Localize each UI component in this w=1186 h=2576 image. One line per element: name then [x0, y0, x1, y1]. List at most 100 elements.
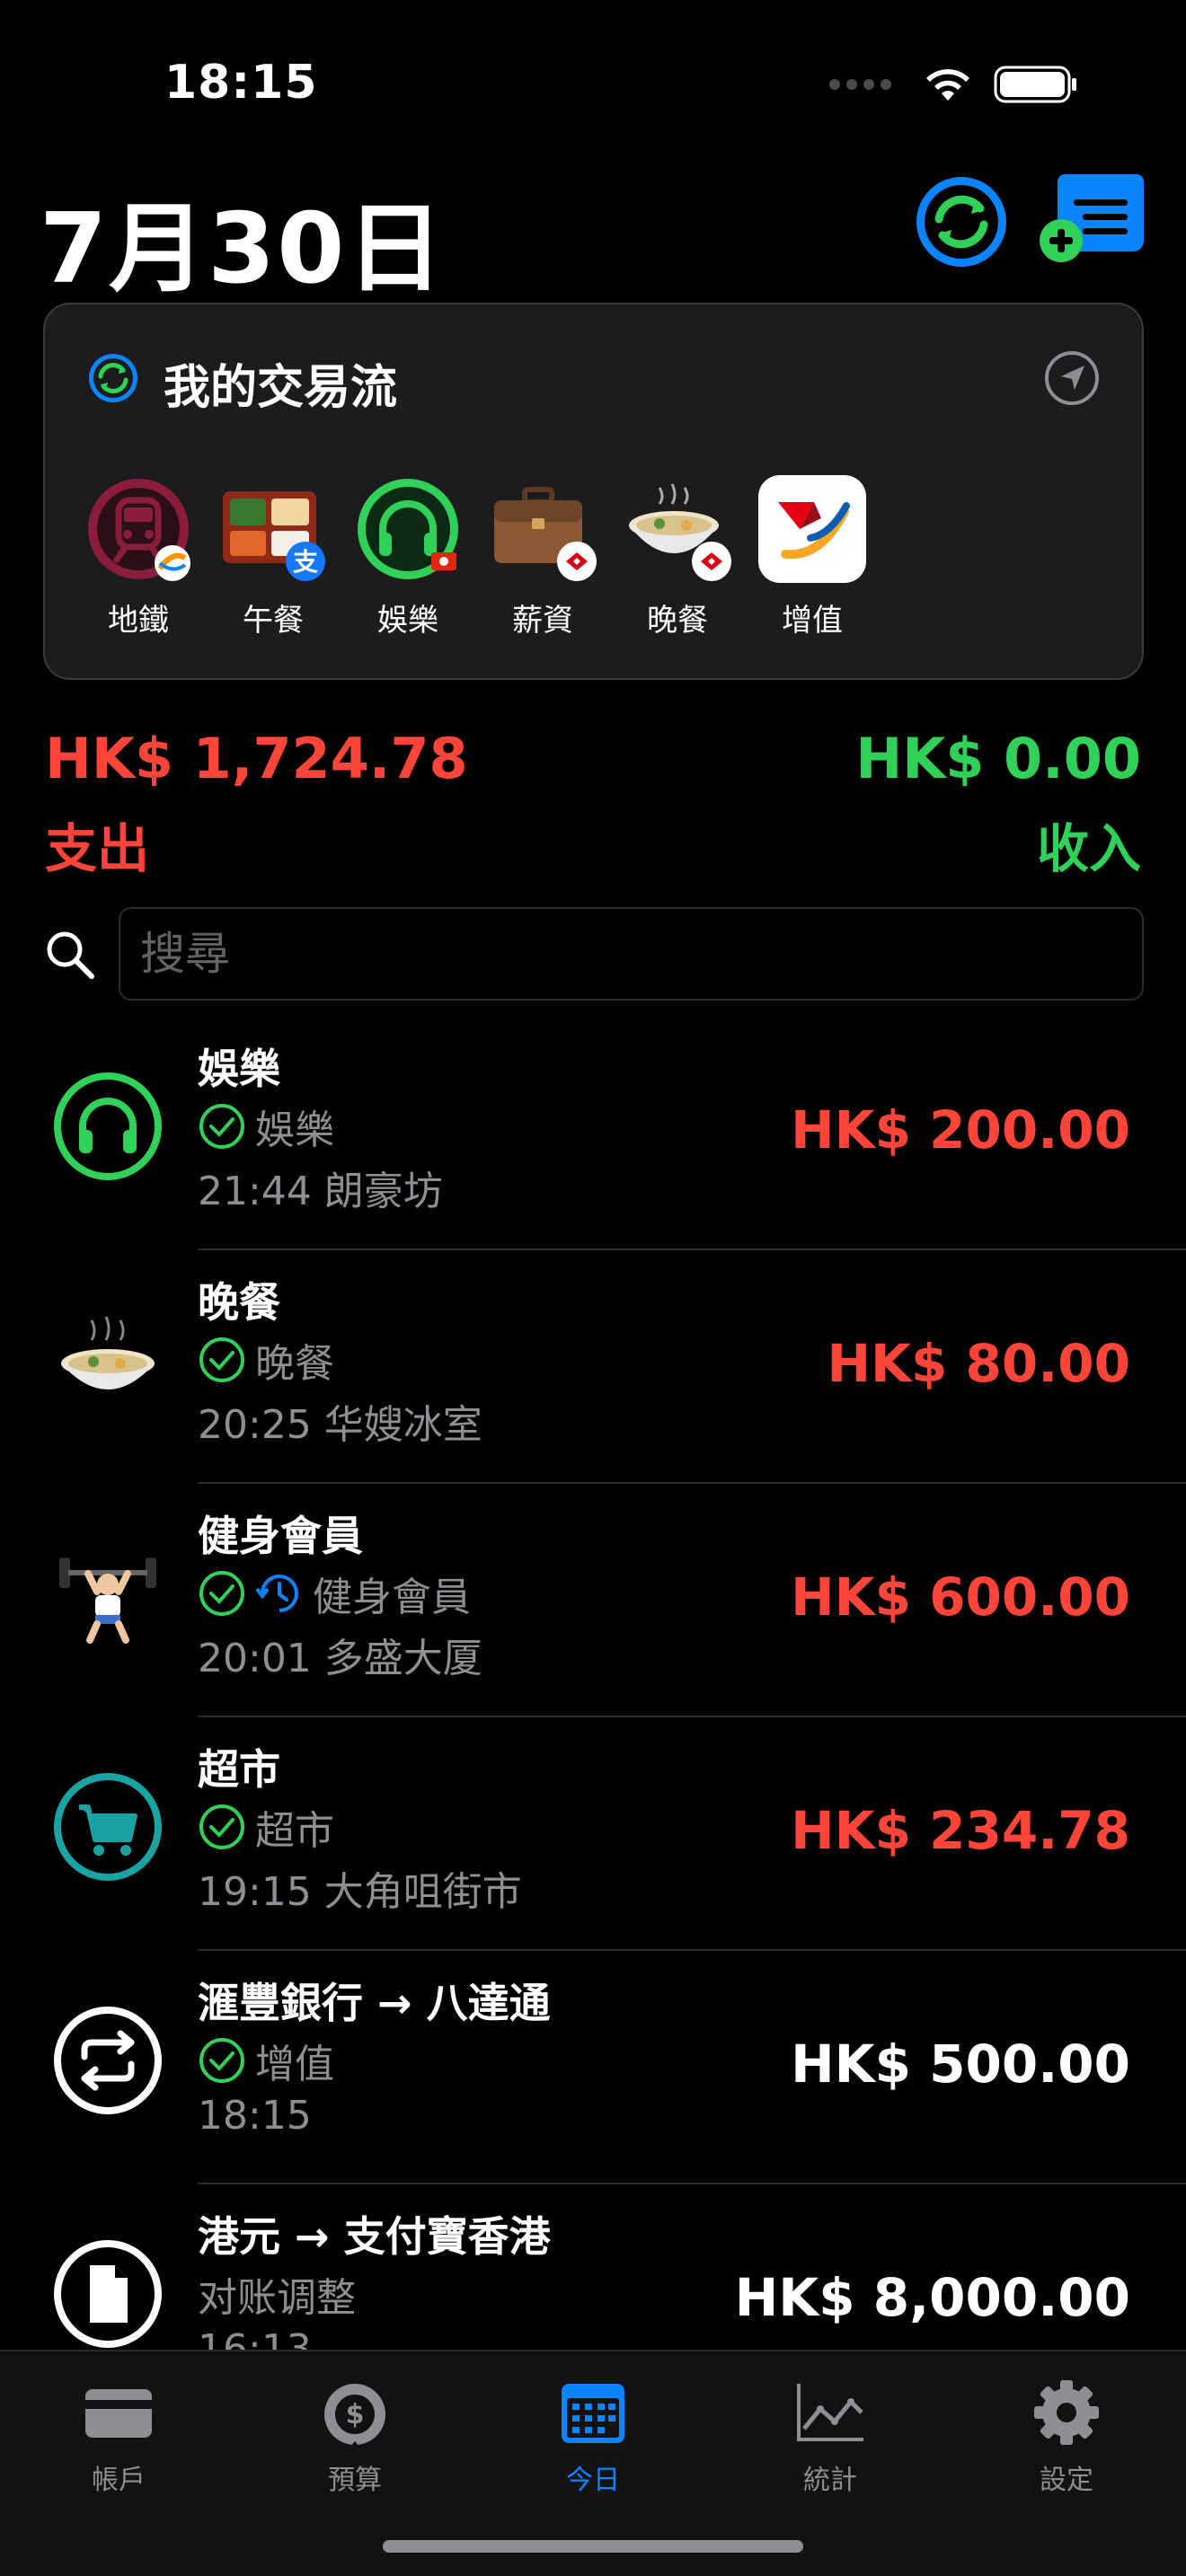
tab-label: 設定 — [1040, 2465, 1093, 2496]
recurring-icon — [255, 1575, 298, 1612]
transaction-row[interactable]: 晚餐 晚餐 20:25 华嫂冰室 HK$ 80.00 — [0, 1250, 1186, 1484]
shopping-cart-icon — [54, 1773, 162, 1881]
transaction-list: 娛樂 娛樂 21:44 朗豪坊 HK$ 200.00 晚餐 晚餐 20:25 华… — [0, 1017, 1186, 2350]
checkmark-circle-icon — [199, 1804, 244, 1849]
transaction-amount: HK$ 234.78 — [791, 1800, 1130, 1861]
tab-budget[interactable]: $ 預算 — [265, 2377, 445, 2497]
transaction-detail: 18:15 — [198, 2093, 312, 2139]
bento-icon: 支 — [223, 491, 325, 581]
tab-today[interactable]: 今日 — [503, 2377, 683, 2497]
transaction-category-line: 超市 — [198, 1798, 334, 1856]
transaction-amount: HK$ 600.00 — [791, 1566, 1130, 1628]
checkmark-circle-icon — [199, 1337, 244, 1382]
transaction-category-line: 增值 — [198, 2032, 334, 2089]
transaction-category: 超市 — [255, 1808, 334, 1854]
shortcut-top-up[interactable]: 增值 — [758, 475, 866, 640]
transaction-amount: HK$ 500.00 — [791, 2033, 1130, 2095]
location-arrow-button[interactable] — [1043, 349, 1101, 407]
shortcut-label: 薪資 — [512, 603, 573, 639]
status-icons — [829, 65, 1078, 104]
noodle-bowl-icon — [61, 1316, 155, 1389]
tab-bar: 帳戶 $ 預算 今日 統計 設定 — [0, 2350, 1186, 2576]
expense-total-label: 支出 — [45, 818, 150, 879]
sync-icon — [89, 354, 137, 402]
search-icon — [47, 931, 94, 979]
shortcut-metro[interactable]: 地鐵 — [84, 475, 192, 640]
transaction-row[interactable]: 超市 超市 19:15 大角咀街市 HK$ 234.78 — [0, 1717, 1186, 1951]
tab-label: 今日 — [566, 2465, 620, 2496]
status-bar: 18:15 — [0, 0, 1186, 171]
status-time: 18:15 — [164, 56, 318, 110]
transaction-flow-card: 我的交易流 地鐵 支 午餐 娛樂 薪資 晚餐 增值 — [43, 303, 1144, 680]
income-total-label: 收入 — [1036, 818, 1141, 879]
headphones-icon — [54, 1072, 162, 1180]
shortcut-label: 娛樂 — [377, 603, 438, 639]
wifi-icon — [926, 69, 969, 101]
shortcut-lunch[interactable]: 支 午餐 — [219, 475, 327, 640]
expense-total-amount: HK$ 1,724.78 — [45, 726, 468, 791]
shortcut-salary[interactable]: 薪資 — [489, 475, 597, 640]
tab-settings[interactable]: 設定 — [977, 2377, 1156, 2497]
transaction-category-line: 对账调整 — [198, 2265, 356, 2323]
transaction-detail: 21:44 朗豪坊 — [198, 1169, 443, 1214]
tab-label: 統計 — [803, 2465, 857, 2496]
headphones-icon — [358, 479, 458, 579]
line-chart-icon — [797, 2384, 863, 2441]
tab-statistics[interactable]: 統計 — [740, 2377, 920, 2497]
transaction-detail: 20:25 华嫂冰室 — [198, 1402, 482, 1448]
shortcut-label: 午餐 — [243, 603, 304, 639]
transaction-category-line: 娛樂 — [198, 1098, 334, 1155]
sync-button[interactable] — [912, 172, 1011, 271]
shortcut-entertainment[interactable]: 娛樂 — [354, 475, 462, 640]
transaction-category: 增值 — [255, 2042, 334, 2087]
transaction-category: 健身會員 — [313, 1575, 471, 1620]
shortcut-label: 晚餐 — [647, 603, 708, 639]
transaction-row[interactable]: 娛樂 娛樂 21:44 朗豪坊 HK$ 200.00 — [0, 1017, 1186, 1250]
transaction-row[interactable]: 滙豐銀行 → 八達通 增值 18:15 HK$ 500.00 — [0, 1951, 1186, 2184]
transaction-title: 健身會員 — [198, 1512, 363, 1560]
shortcut-list: 地鐵 支 午餐 娛樂 薪資 晚餐 增值 — [84, 475, 866, 640]
budget-gauge-icon: $ — [324, 2384, 385, 2448]
tab-label: 帳戶 — [92, 2465, 146, 2496]
metro-icon — [88, 479, 190, 581]
svg-text:支: 支 — [293, 547, 318, 577]
add-transaction-button[interactable] — [1038, 172, 1146, 262]
transaction-title: 超市 — [198, 1745, 280, 1794]
shortcut-dinner[interactable]: 晚餐 — [624, 475, 731, 640]
transaction-detail: 16:13 — [198, 2326, 312, 2350]
transaction-category: 晚餐 — [255, 1341, 334, 1387]
transaction-category: 对账调整 — [198, 2275, 356, 2321]
tab-accounts[interactable]: 帳戶 — [29, 2377, 208, 2497]
transaction-detail: 19:15 大角咀街市 — [198, 1869, 522, 1915]
transaction-row[interactable]: 健身會員 健身會員 20:01 多盛大厦 HK$ 600.00 — [0, 1484, 1186, 1717]
transaction-title: 晚餐 — [198, 1278, 280, 1327]
svg-text:$: $ — [346, 2399, 365, 2430]
cellular-signal-icon — [829, 79, 891, 90]
checkmark-circle-icon — [199, 1571, 244, 1616]
income-total-amount: HK$ 0.00 — [855, 726, 1141, 791]
transaction-title: 娛樂 — [198, 1045, 280, 1093]
transaction-category-line: 健身會員 — [198, 1565, 471, 1622]
checkmark-circle-icon — [199, 1104, 244, 1149]
shortcut-label: 增值 — [782, 603, 843, 639]
transaction-amount: HK$ 200.00 — [791, 1099, 1130, 1160]
shortcut-label: 地鐵 — [108, 603, 169, 639]
battery-icon — [994, 66, 1076, 103]
transaction-title: 港元 → 支付寶香港 — [198, 2212, 551, 2261]
transaction-row[interactable]: 港元 → 支付寶香港 对账调整 16:13 HK$ 8,000.00 — [0, 2184, 1186, 2350]
page-title: 7月30日 — [40, 193, 446, 305]
briefcase-icon — [494, 487, 597, 581]
search-input[interactable] — [119, 907, 1144, 1001]
transaction-category-line: 晚餐 — [198, 1331, 334, 1389]
transaction-amount: HK$ 80.00 — [827, 1333, 1131, 1394]
octopus-card-icon — [758, 475, 866, 583]
tab-label: 預算 — [328, 2465, 382, 2496]
transaction-detail: 20:01 多盛大厦 — [198, 1636, 482, 1681]
weightlifter-icon — [59, 1557, 156, 1644]
transaction-category: 娛樂 — [255, 1107, 334, 1153]
checkmark-circle-icon — [199, 2038, 244, 2083]
document-icon — [54, 2240, 162, 2348]
gear-icon — [1034, 2380, 1099, 2445]
calendar-icon — [562, 2384, 624, 2443]
flow-title: 我的交易流 — [164, 361, 398, 415]
